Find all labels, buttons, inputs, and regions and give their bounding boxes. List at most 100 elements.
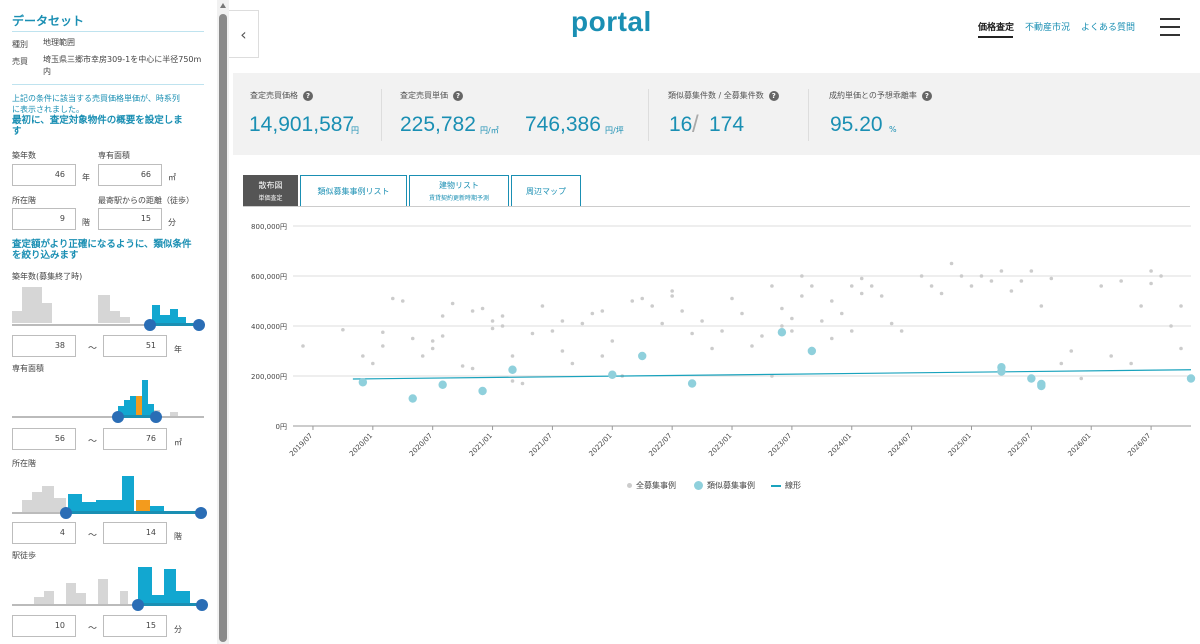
unit-price-tsubo-value: 746,386: [525, 113, 601, 136]
all-listing-point: [460, 364, 465, 368]
legend-label: 類似募集事例: [707, 481, 755, 490]
all-listing-point: [800, 294, 804, 298]
nav-price-assessment[interactable]: 価格査定: [978, 20, 1014, 33]
walk-slider-range: [138, 603, 202, 606]
range-tilde: 〜: [88, 624, 98, 634]
all-listing-point: [450, 301, 455, 306]
unit-price-label: 査定売買単価?: [400, 90, 463, 101]
y-tick-label: 600,000円: [251, 273, 287, 281]
all-listing-point: [800, 274, 804, 278]
similar-listing-point: [777, 328, 787, 337]
all-listing-point: [690, 331, 694, 336]
tab-scatter[interactable]: 散布図 単価査定: [243, 175, 298, 207]
age-input[interactable]: 46: [12, 164, 76, 186]
nav-faq[interactable]: よくある質問: [1081, 20, 1135, 33]
walk-slider-max-handle[interactable]: [196, 599, 208, 611]
floor-min-input[interactable]: 4: [12, 522, 76, 544]
all-listing-point: [670, 289, 674, 293]
floor-input[interactable]: 9: [12, 208, 76, 230]
legend-dot-icon: [627, 483, 632, 488]
all-listing-point: [410, 336, 415, 341]
all-listing-point: [869, 284, 874, 288]
help-icon[interactable]: ?: [303, 90, 313, 101]
all-listing-point: [830, 299, 834, 303]
all-listing-point: [770, 284, 774, 288]
sidebar-collapse-button[interactable]: ‹: [229, 10, 259, 58]
all-listing-point: [560, 319, 565, 323]
area-slider-max-handle[interactable]: [150, 411, 162, 423]
age-min-input[interactable]: 38: [12, 335, 76, 357]
note-text-cont: に表示されました。: [12, 105, 84, 114]
tab-building-list[interactable]: 建物リスト 賃貸契約更新時期予測: [409, 175, 509, 207]
area-input[interactable]: 66: [98, 164, 162, 186]
all-listing-point: [979, 274, 984, 278]
area-label: 専有面積: [98, 151, 130, 160]
logo[interactable]: portal: [571, 6, 652, 38]
all-listing-point: [820, 319, 824, 323]
tab-similar-listings[interactable]: 類似募集事例リスト: [300, 175, 407, 207]
all-listing-point: [480, 306, 485, 311]
area-min-input[interactable]: 56: [12, 428, 76, 450]
deviation-rate-unit: %: [889, 125, 897, 134]
help-icon[interactable]: ?: [921, 90, 932, 101]
age-label: 築年数: [12, 151, 36, 160]
divider: [381, 89, 382, 141]
area-max-input[interactable]: 76: [103, 428, 167, 450]
all-listing-point: [1179, 346, 1183, 351]
y-tick-label: 400,000円: [251, 323, 287, 331]
area-histogram: [12, 378, 204, 416]
all-listing-point: [1069, 349, 1074, 353]
help-icon[interactable]: ?: [453, 90, 463, 101]
age-unit: 年: [82, 173, 90, 182]
x-tick-label: 2021/01: [468, 432, 494, 458]
legend-similar[interactable]: 類似募集事例: [694, 480, 755, 491]
nav-market[interactable]: 不動産市況: [1025, 20, 1070, 33]
all-listing-point: [1149, 269, 1153, 273]
area-slider-min-handle[interactable]: [112, 411, 124, 423]
similar-listing-point: [687, 379, 697, 388]
age-slider-max-handle[interactable]: [193, 319, 205, 331]
tab-label: 類似募集事例リスト: [317, 186, 390, 196]
walk-histogram: [12, 565, 204, 605]
age-slider-range: [150, 323, 199, 326]
age-max-input[interactable]: 51: [103, 335, 167, 357]
all-listing-point: [390, 296, 395, 301]
all-listing-point: [740, 311, 744, 316]
tab-area-map[interactable]: 周辺マップ: [511, 175, 581, 207]
similar-listing-point: [638, 351, 647, 361]
all-listing-point: [341, 327, 345, 332]
similar-listing-point: [408, 394, 417, 403]
floor-slider-range: [66, 511, 200, 514]
similar-listing-point: [478, 386, 487, 396]
sale-value-cont: 内: [43, 67, 51, 76]
sidebar: データセット 種別 地理範囲 売買 埼玉県三郷市幸房309-1を中心に半径750…: [0, 0, 229, 644]
all-listing-point: [919, 274, 924, 278]
sale-label: 売買: [12, 57, 28, 66]
legend-all[interactable]: 全募集事例: [627, 480, 676, 491]
all-listing-point: [670, 294, 674, 298]
scrollbar-thumb[interactable]: [219, 14, 227, 642]
age-slider-min-handle[interactable]: [144, 319, 156, 331]
legend-linear[interactable]: 線形: [771, 480, 801, 491]
similar-listing-point: [997, 367, 1006, 376]
sidebar-scrollbar[interactable]: [217, 0, 229, 644]
walk-input[interactable]: 15: [98, 208, 162, 230]
all-listing-point: [650, 304, 654, 308]
walk-min-input[interactable]: 10: [12, 615, 76, 637]
walk-unit: 分: [168, 218, 176, 227]
unit-price-tsubo-unit: 円/坪: [605, 126, 624, 135]
floor-max-input[interactable]: 14: [103, 522, 167, 544]
menu-icon[interactable]: [1160, 18, 1180, 42]
tab-underline: [243, 206, 1190, 207]
tab-label: 周辺マップ: [526, 186, 566, 196]
walk-max-input[interactable]: 15: [103, 615, 167, 637]
unit-price-m2-value: 225,782: [400, 113, 476, 136]
floor-slider-max-handle[interactable]: [195, 507, 207, 519]
scroll-up-icon[interactable]: [220, 3, 226, 8]
all-listing-point: [580, 321, 585, 326]
legend-dot-icon: [694, 481, 703, 490]
help-icon[interactable]: ?: [768, 90, 779, 101]
floor-slider-min-handle[interactable]: [60, 507, 72, 519]
walk-slider-min-handle[interactable]: [132, 599, 144, 611]
price-value: 14,901,587: [249, 113, 355, 136]
